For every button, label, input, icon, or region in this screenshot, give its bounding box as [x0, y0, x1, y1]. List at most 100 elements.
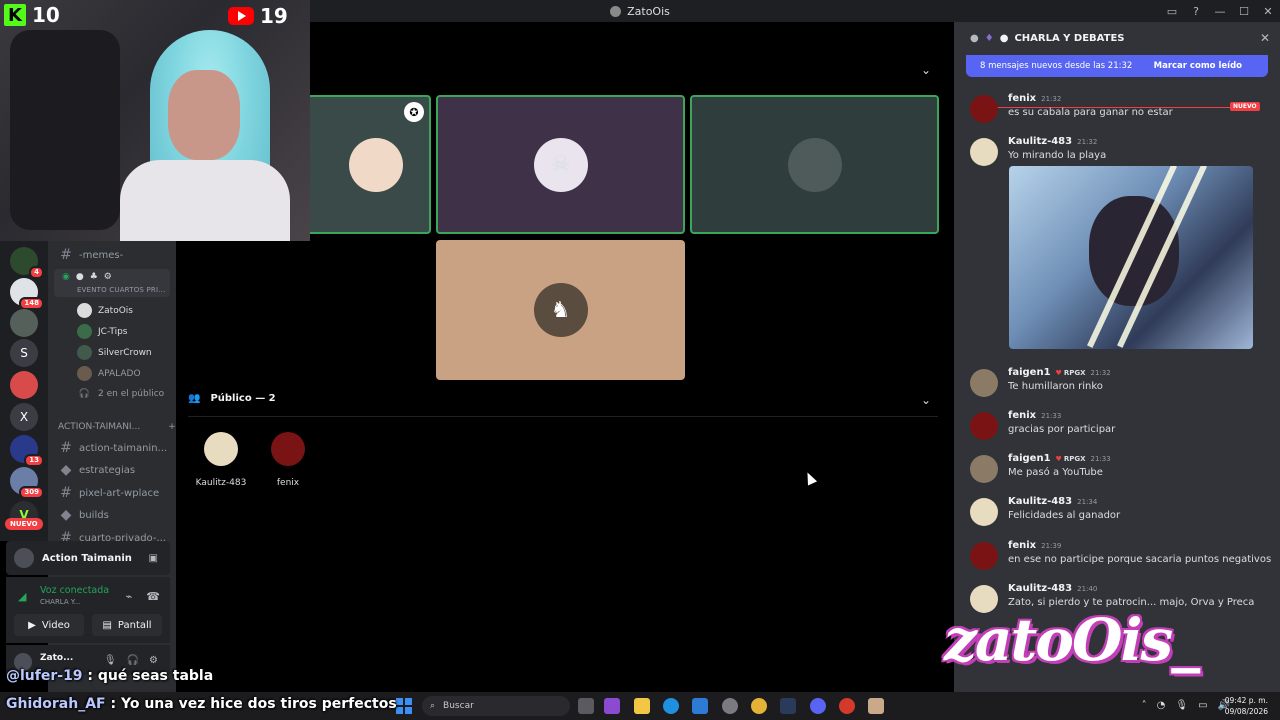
chat-panel: ● ♦ ● CHARLA Y DEBATES ✕ 8 mensajes nuev… — [954, 22, 1280, 692]
overlay-chat-user: @lufer-19 — [6, 668, 83, 684]
message-avatar[interactable] — [970, 369, 998, 397]
close-button[interactable]: ✕ — [1256, 5, 1280, 18]
voice-status[interactable]: Voz conectada — [40, 585, 109, 596]
mark-as-read-button[interactable]: Marcar como leído — [1154, 61, 1242, 71]
message-author[interactable]: fenix — [1008, 410, 1036, 421]
server-icon-5[interactable] — [10, 371, 38, 399]
file-explorer-icon[interactable] — [634, 698, 650, 714]
avatar — [77, 303, 92, 318]
screen-button-label: Pantall — [117, 619, 152, 631]
task-view-icon[interactable] — [578, 698, 594, 714]
display-icon[interactable]: ▭ — [1198, 700, 1207, 711]
headphones-icon[interactable]: 🎧 — [127, 655, 139, 666]
channel-builds[interactable]: ◆ builds — [60, 507, 109, 523]
tray-chevron-icon[interactable]: ˄ — [1142, 700, 1147, 711]
category-header[interactable]: ACTION-TAIMANI... + — [58, 422, 176, 432]
voice-user-4[interactable]: APALADO — [77, 366, 141, 381]
close-chat-icon[interactable]: ✕ — [1260, 31, 1270, 45]
steam-icon[interactable] — [780, 698, 796, 714]
server-icon-2[interactable]: 148 — [10, 278, 44, 310]
collapse-audience-chevron-icon[interactable]: ⌄ — [921, 393, 931, 407]
audience-member-1[interactable]: Kaulitz-483 — [191, 432, 251, 488]
message-text: Felicidades al ganador — [1008, 510, 1121, 521]
channel-label: builds — [79, 509, 109, 521]
widgets-icon[interactable] — [604, 698, 620, 714]
activity-panel[interactable]: Action Taimanin ▣ — [6, 541, 170, 575]
channel-action-taimanin[interactable]: # action-taimanin... — [60, 440, 167, 456]
inbox-icon[interactable]: ▭ — [1160, 5, 1184, 18]
network-icon[interactable]: ◔ — [1157, 700, 1166, 711]
message-author[interactable]: Kaulitz-483 — [1008, 136, 1072, 147]
add-channel-icon[interactable]: + — [168, 422, 176, 432]
voice-channel-name[interactable]: CHARLA Y... — [40, 598, 80, 606]
heart-icon: ♥ — [1055, 455, 1062, 463]
message-avatar[interactable] — [970, 542, 998, 570]
noise-suppression-icon[interactable]: ⌁ — [126, 590, 133, 603]
disconnect-icon[interactable]: ☎ — [146, 590, 160, 603]
message-avatar[interactable] — [970, 138, 998, 166]
game-app-icon[interactable] — [868, 698, 884, 714]
message-avatar[interactable] — [970, 455, 998, 483]
message-avatar[interactable] — [970, 95, 998, 123]
mic-tray-icon[interactable]: 🎙 — [1175, 700, 1188, 711]
category-label: ACTION-TAIMANI... — [58, 422, 141, 432]
message-avatar[interactable] — [970, 412, 998, 440]
message-time: 21:33 — [1041, 412, 1062, 420]
channel-pixel-art[interactable]: # pixel-art-wplace — [60, 485, 159, 501]
store-icon[interactable] — [692, 698, 708, 714]
message-author[interactable]: faigen1 — [1008, 453, 1051, 464]
avatar — [77, 366, 92, 381]
server-icon-1[interactable]: 4 — [10, 247, 44, 279]
chrome-icon[interactable] — [751, 698, 767, 714]
edge-icon[interactable] — [663, 698, 679, 714]
maximize-button[interactable]: ☐ — [1232, 5, 1256, 18]
server-icon-s[interactable]: S — [10, 339, 38, 367]
message-time: 21:32 — [1041, 95, 1062, 103]
windows-start-icon[interactable] — [396, 698, 412, 714]
speaker-tile-3[interactable] — [690, 95, 939, 234]
voice-event-channel[interactable]: ◉ ● ♣ ⚙ EVENTO CUARTOS PRI... — [54, 269, 170, 297]
message-time: 21:33 — [1090, 455, 1111, 463]
server-icon-3[interactable] — [10, 309, 38, 337]
server-avatar — [14, 548, 34, 568]
settings-app-icon[interactable] — [722, 698, 738, 714]
collapse-speakers-chevron-icon[interactable]: ⌄ — [921, 63, 931, 77]
chat-image-attachment[interactable] — [1009, 166, 1253, 349]
voice-user-3[interactable]: SilverCrown — [77, 345, 152, 360]
audience-name-1: Kaulitz-483 — [195, 478, 247, 488]
minimize-button[interactable]: — — [1208, 5, 1232, 18]
server-icon-8[interactable]: 309 — [10, 467, 44, 499]
message-author[interactable]: faigen1 — [1008, 367, 1051, 378]
server-icon-x[interactable]: X — [10, 403, 38, 431]
voice-user-1[interactable]: ZatoOis — [77, 303, 133, 318]
screen-share-button[interactable]: ▤ Pantall — [92, 614, 162, 636]
discord-icon[interactable] — [810, 698, 826, 714]
server-icon-7[interactable]: 13 — [10, 435, 44, 467]
channel-estrategias[interactable]: ◆ estrategias — [60, 462, 135, 478]
speaker-tile-2[interactable]: ☠ — [436, 95, 685, 234]
user-name[interactable]: Zato... — [40, 653, 73, 663]
gear-icon[interactable]: ⚙ — [104, 272, 112, 282]
video-button[interactable]: ▶ Video — [14, 614, 84, 636]
new-messages-bar[interactable]: 8 mensajes nuevos desde las 21:32 Marcar… — [966, 55, 1268, 77]
microphone-icon[interactable]: 🎙 — [104, 655, 117, 666]
message-author[interactable]: fenix — [1008, 93, 1036, 104]
obs-app-icon[interactable] — [839, 698, 855, 714]
message-author[interactable]: Kaulitz-483 — [1008, 496, 1072, 507]
message-avatar[interactable] — [970, 498, 998, 526]
clock-date: 09/08/2026 — [1224, 707, 1268, 716]
channel-memes[interactable]: # -memes- — [60, 247, 123, 263]
help-icon[interactable]: ? — [1184, 5, 1208, 18]
audience-member-2[interactable]: fenix — [258, 432, 318, 488]
speaker-tile-4[interactable]: ♞ — [436, 240, 685, 380]
chat-icon: ● — [75, 272, 84, 282]
screen-share-icon[interactable]: ▣ — [149, 553, 158, 564]
audience-count[interactable]: 🎧 2 en el público — [77, 389, 164, 399]
taskbar-search[interactable]: ⌕ Buscar — [422, 696, 570, 716]
voice-user-2[interactable]: JC-Tips — [77, 324, 127, 339]
taskbar-clock[interactable]: 09:42 p. m. 09/08/2026 — [1225, 695, 1268, 717]
message-author[interactable]: fenix — [1008, 540, 1036, 551]
gear-icon[interactable]: ⚙ — [149, 655, 158, 666]
video-button-label: Video — [41, 619, 70, 631]
message-author[interactable]: Kaulitz-483 — [1008, 583, 1072, 594]
